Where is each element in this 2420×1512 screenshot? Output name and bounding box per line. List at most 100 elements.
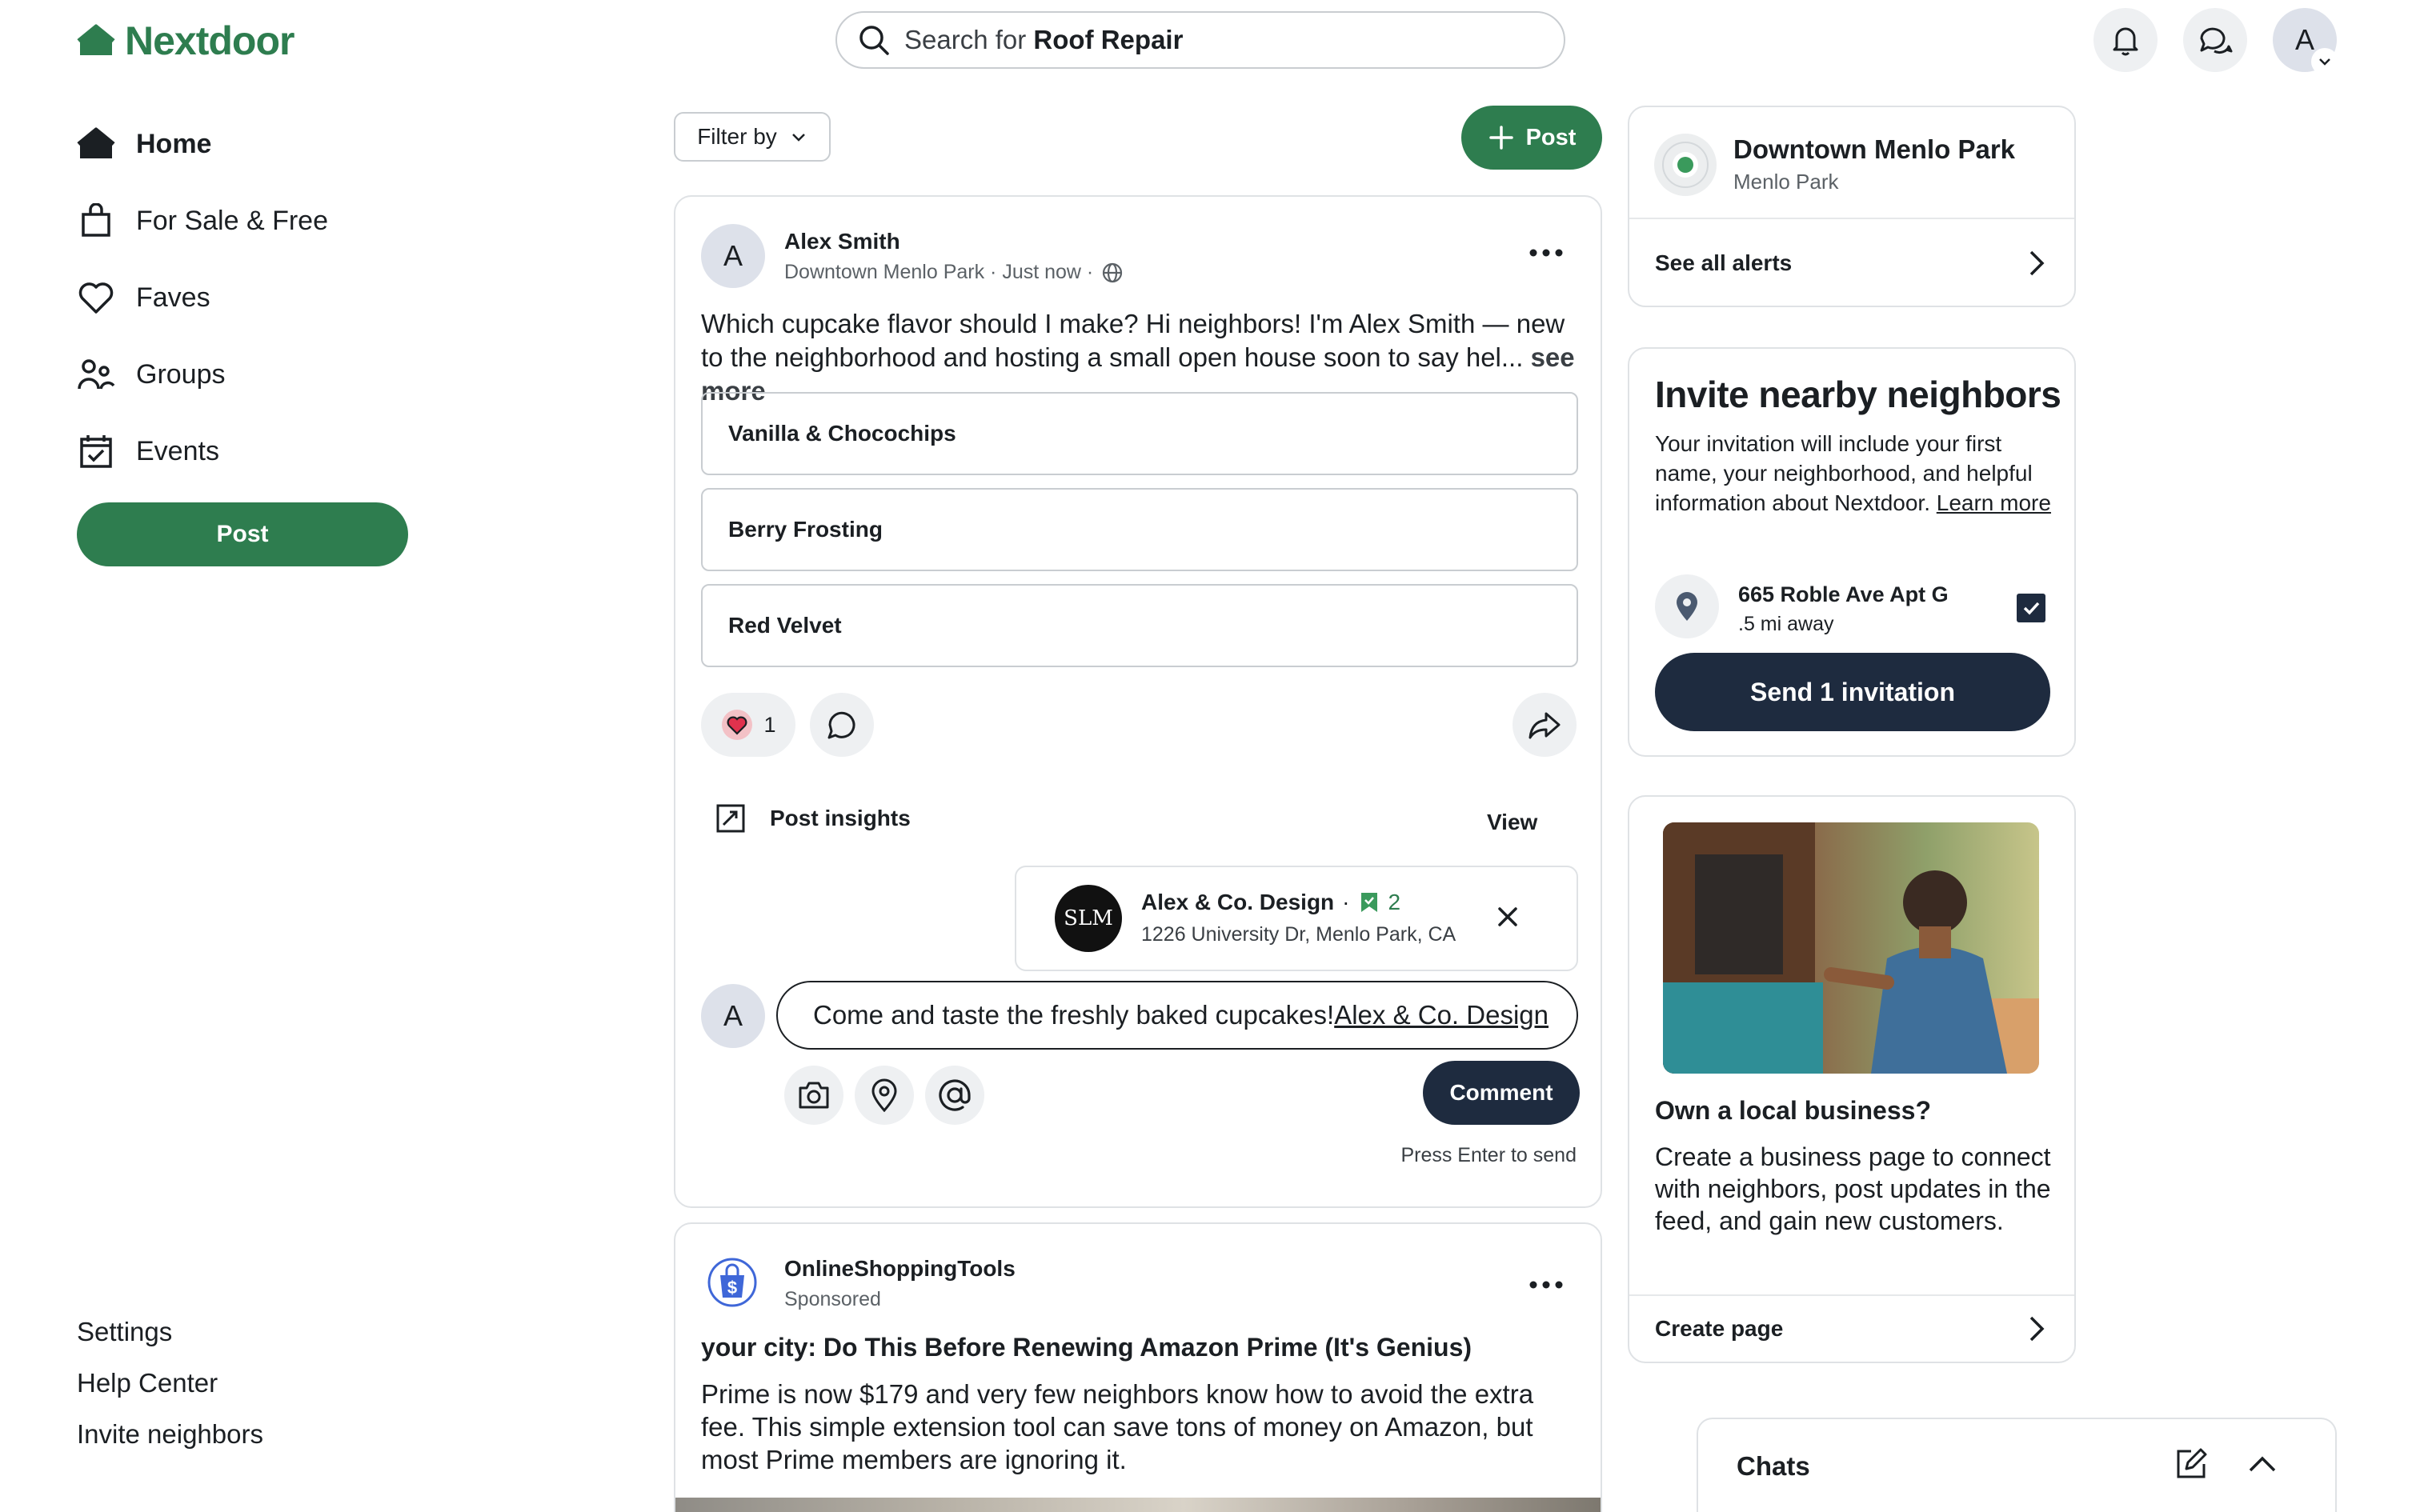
enter-hint: Press Enter to send	[1400, 1144, 1577, 1166]
advertiser-logo[interactable]: $	[707, 1258, 757, 1307]
plus-icon	[1488, 126, 1513, 150]
logo-text: Nextdoor	[125, 18, 294, 63]
search-icon	[859, 26, 889, 55]
poll-option[interactable]: Berry Frosting	[701, 488, 1578, 571]
poll-option[interactable]: Red Velvet	[701, 584, 1578, 667]
compose-icon	[2177, 1448, 2207, 1478]
bell-icon	[2113, 27, 2138, 56]
nav-label: Home	[136, 128, 212, 159]
see-all-alerts-label: See all alerts	[1655, 250, 1793, 275]
post-label: Post	[1525, 124, 1577, 150]
neighborhood-alert-card: Downtown Menlo Park Menlo Park See all a…	[1628, 106, 2076, 307]
post-insights-label: Post insights	[770, 806, 911, 830]
footer-settings-link[interactable]: Settings	[77, 1317, 172, 1347]
footer-help-center-link[interactable]: Help Center	[77, 1368, 218, 1398]
add-photo-button[interactable]	[784, 1066, 843, 1125]
business-mention-card[interactable]: SLM Alex & Co. Design · 2 1226 Universit…	[1015, 866, 1578, 971]
profile-menu-chevron[interactable]	[2311, 48, 2338, 75]
chats-title: Chats	[1737, 1451, 1810, 1481]
house-icon	[77, 127, 115, 158]
more-options-icon	[1529, 1281, 1563, 1289]
sponsored-title[interactable]: your city: Do This Before Renewing Amazo…	[701, 1333, 1472, 1362]
shopping-bag-icon	[82, 203, 110, 237]
see-all-alerts-row[interactable]: See all alerts	[1629, 219, 2074, 307]
close-icon	[1498, 907, 1517, 926]
mention-button[interactable]	[925, 1066, 984, 1125]
business-name-row: Alex & Co. Design · 2	[1141, 890, 1401, 914]
heart-reaction-icon	[722, 710, 753, 740]
nav-faves[interactable]: Faves	[77, 280, 210, 315]
chats-dock[interactable]: Chats	[1697, 1418, 2337, 1512]
heart-icon	[78, 282, 114, 314]
business-promo-title: Own a local business?	[1655, 1096, 1931, 1125]
add-location-button[interactable]	[855, 1066, 914, 1125]
comment-submit-button[interactable]: Comment	[1423, 1061, 1580, 1125]
location-pin-icon	[1677, 592, 1697, 621]
author-name[interactable]: Alex Smith	[784, 229, 900, 254]
nav-events[interactable]: Events	[77, 434, 219, 469]
chart-trend-icon	[716, 804, 745, 833]
nav-for-sale[interactable]: For Sale & Free	[77, 203, 328, 238]
notifications-button[interactable]	[2093, 8, 2158, 72]
alert-neighborhood-title: Downtown Menlo Park	[1733, 134, 2016, 164]
chevron-right-icon	[2029, 1316, 2045, 1342]
filter-label: Filter by	[697, 124, 777, 149]
comment-mention-link[interactable]: Alex & Co. Design	[1334, 1000, 1549, 1030]
location-pin-icon	[871, 1078, 897, 1112]
nav-home[interactable]: Home	[77, 126, 211, 162]
invite-distance: .5 mi away	[1738, 613, 1834, 635]
footer-invite-neighbors-link[interactable]: Invite neighbors	[77, 1419, 263, 1450]
new-chat-button[interactable]	[2174, 1446, 2209, 1482]
business-promo-description: Create a business page to connect with n…	[1655, 1142, 2051, 1235]
more-options-icon	[1529, 249, 1563, 257]
business-promo-image	[1663, 822, 2039, 1074]
feed-post-button[interactable]: Post	[1461, 106, 1602, 170]
globe-icon	[1103, 262, 1123, 282]
chevron-down-icon	[791, 134, 805, 142]
poll-option[interactable]: Vanilla & Chocochips	[701, 392, 1578, 475]
filter-dropdown[interactable]: Filter by	[674, 112, 831, 162]
invite-checkbox[interactable]	[2017, 594, 2045, 622]
nav-label: Groups	[136, 358, 226, 390]
calendar-icon	[80, 435, 112, 468]
learn-more-link[interactable]: Learn more	[1937, 490, 2051, 515]
advertiser-name[interactable]: OnlineShoppingTools	[784, 1256, 1016, 1282]
fave-badge-icon	[1360, 893, 1377, 912]
post-insights-row[interactable]: Post insights	[715, 803, 911, 834]
messages-button[interactable]	[2183, 8, 2247, 72]
comment-input[interactable]: Come and taste the freshly baked cupcake…	[776, 981, 1578, 1050]
create-page-label: Create page	[1655, 1316, 1784, 1341]
invite-address: 665 Roble Ave Apt G	[1738, 582, 1949, 606]
sponsored-label: Sponsored	[784, 1288, 881, 1310]
nav-post-button[interactable]: Post	[77, 502, 408, 566]
sponsored-image[interactable]	[675, 1498, 1601, 1512]
sponsored-more-menu[interactable]	[1529, 1280, 1564, 1290]
search-placeholder: Search for Roof Repair	[904, 25, 1184, 54]
reaction-button[interactable]: 1	[701, 693, 795, 757]
camera-icon	[799, 1082, 829, 1109]
send-invitation-button[interactable]: Send 1 invitation	[1655, 653, 2050, 731]
post-more-menu[interactable]	[1529, 237, 1570, 269]
invite-title: Invite nearby neighbors	[1655, 374, 2061, 415]
create-page-row[interactable]: Create page	[1629, 1296, 2074, 1362]
house-logo-icon	[77, 24, 115, 55]
author-avatar[interactable]: A	[701, 224, 765, 288]
sponsored-body: Prime is now $179 and very few neighbors…	[701, 1379, 1534, 1474]
business-address: 1226 University Dr, Menlo Park, CA	[1141, 923, 1456, 946]
post-insights-view-link[interactable]: View	[1487, 810, 1537, 835]
remove-mention-button[interactable]	[1493, 902, 1522, 931]
nextdoor-logo[interactable]: Nextdoor	[77, 18, 294, 64]
business-logo: SLM	[1055, 885, 1122, 952]
collapse-chats-button[interactable]	[2246, 1448, 2279, 1482]
nav-label: For Sale & Free	[136, 205, 328, 236]
location-dot-icon	[1653, 133, 1717, 197]
comment-text: Come and taste the freshly baked cupcake…	[813, 1000, 1335, 1030]
people-icon	[78, 359, 115, 390]
invite-description: Your invitation will include your first …	[1655, 431, 2051, 515]
comment-button[interactable]	[810, 693, 874, 757]
nav-groups[interactable]: Groups	[77, 357, 226, 392]
poll-post-card: A Alex Smith Downtown Menlo Park · Just …	[674, 195, 1602, 1208]
share-button[interactable]	[1512, 693, 1577, 757]
search-input[interactable]: Search for Roof Repair	[835, 11, 1565, 69]
fave-count: 2	[1388, 890, 1401, 914]
